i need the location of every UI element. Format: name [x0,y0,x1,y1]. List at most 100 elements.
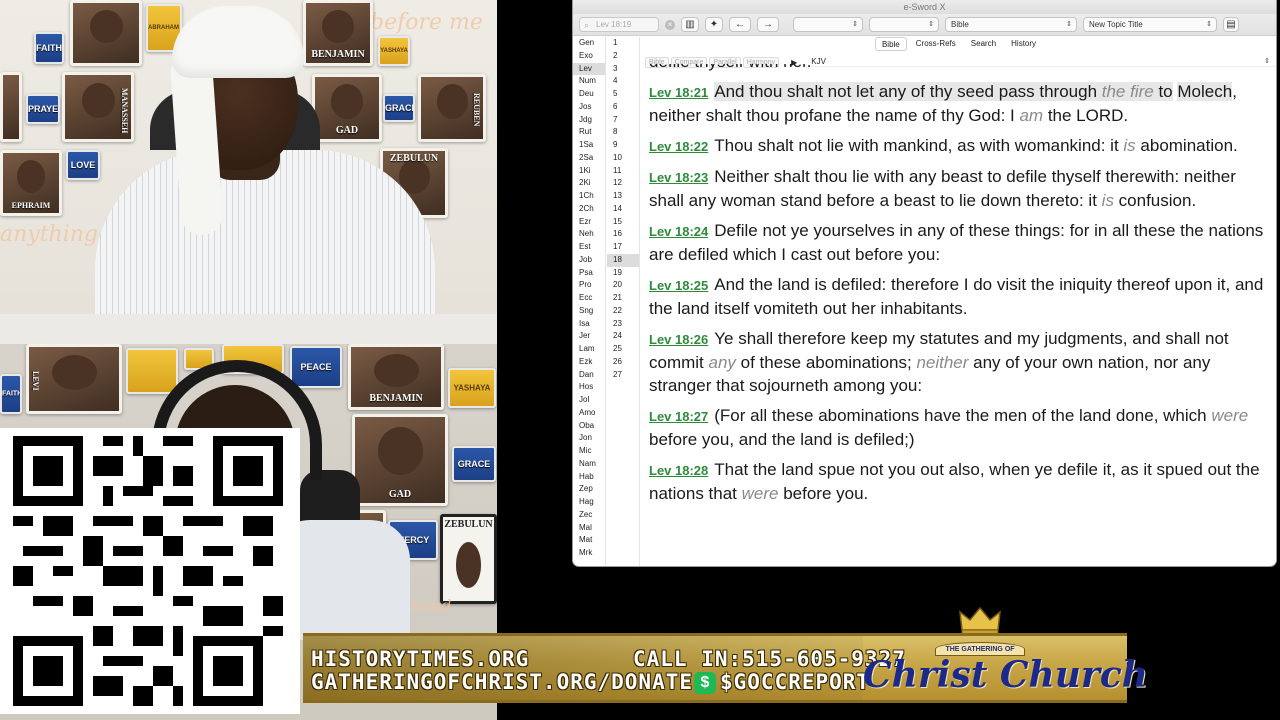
reference-select[interactable]: ⇕ [793,17,863,32]
book-item[interactable]: Gen [573,37,605,50]
verse-text: That the land spue not you out also, whe… [649,460,1260,503]
book-item[interactable]: 2Ch [573,203,605,216]
backdrop-photo: MANASSEH [62,72,134,142]
new-document-icon[interactable]: ▤ [1223,17,1239,32]
chapter-item[interactable]: 9 [607,139,639,152]
book-item[interactable]: Isa [573,318,605,331]
book-item[interactable]: Est [573,241,605,254]
chapter-item[interactable]: 13 [607,190,639,203]
book-item[interactable]: Sng [573,305,605,318]
sparkle-icon[interactable]: ✦ [705,17,723,32]
chapter-item[interactable]: 25 [607,343,639,356]
book-item[interactable]: Zep [573,483,605,496]
book-item[interactable]: Jon [573,432,605,445]
book-item[interactable]: Jer [573,330,605,343]
book-item[interactable]: Jos [573,101,605,114]
backdrop-tile: PRAYER [26,94,60,124]
book-item[interactable]: Lev [573,62,605,76]
book-item[interactable]: Ecc [573,292,605,305]
book-item[interactable]: Deu [573,88,605,101]
verse-reference-link[interactable]: Lev 18:26 [649,332,708,347]
chapter-item[interactable]: 8 [607,126,639,139]
tab-history[interactable]: History [1005,37,1042,51]
book-icon[interactable]: ▥ [681,17,699,32]
tab-search[interactable]: Search [965,37,1002,51]
book-item[interactable]: Mat [573,534,605,547]
chapter-item[interactable]: 17 [607,241,639,254]
qr-code[interactable] [13,436,283,706]
verse-reference-link[interactable]: Lev 18:21 [649,85,708,100]
book-item[interactable]: Jol [573,394,605,407]
book-item[interactable]: Ezk [573,356,605,369]
chapter-item[interactable]: 7 [607,114,639,127]
chapter-item[interactable]: 19 [607,267,639,280]
chapter-item[interactable]: 20 [607,279,639,292]
book-item[interactable]: 1Ch [573,190,605,203]
verse: Lev 18:27 (For all these abominations hav… [649,404,1270,451]
chapter-item[interactable]: 11 [607,165,639,178]
chapter-item[interactable]: 1 [607,37,639,50]
verse-reference-link[interactable]: Lev 18:23 [649,170,708,185]
book-item[interactable]: 2Sa [573,152,605,165]
chapter-item[interactable]: 10 [607,152,639,165]
chapter-item[interactable]: 14 [607,203,639,216]
book-item[interactable]: Num [573,75,605,88]
book-item[interactable]: Nam [573,458,605,471]
verse-reference-link[interactable]: Lev 18:22 [649,139,708,154]
chapter-item[interactable]: 27 [607,369,639,382]
book-item[interactable]: Rut [573,126,605,139]
book-item[interactable]: Lam [573,343,605,356]
book-item[interactable]: Hag [573,496,605,509]
book-item[interactable]: 1Sa [573,139,605,152]
book-item[interactable]: Hos [573,381,605,394]
commentary-select[interactable]: ⇕ [869,17,939,32]
book-item[interactable]: Mic [573,445,605,458]
search-input[interactable]: ⌕ Lev 18:19 [579,17,659,32]
book-item[interactable]: Mal [573,522,605,535]
chapter-item[interactable]: 16 [607,228,639,241]
book-item[interactable]: Exo [573,50,605,63]
chapter-item[interactable]: 18 [607,253,639,267]
book-item[interactable]: Zec [573,509,605,522]
book-item[interactable]: Dan [573,369,605,382]
verse-reference-link[interactable]: Lev 18:28 [649,463,708,478]
chapter-item[interactable]: 2 [607,50,639,63]
chapter-item[interactable]: 15 [607,216,639,229]
book-item[interactable]: Oba [573,420,605,433]
book-item[interactable]: Jdg [573,114,605,127]
book-item[interactable]: Hab [573,471,605,484]
clear-search-icon[interactable]: × [665,19,675,30]
chapter-item[interactable]: 6 [607,101,639,114]
book-item[interactable]: Pro [573,279,605,292]
book-item[interactable]: 1Ki [573,165,605,178]
tab-cross-refs[interactable]: Cross-Refs [910,37,962,51]
back-button[interactable]: ← [729,17,751,32]
bible-text-pane[interactable]: defile thyself with her. Lev 18:21 And th… [649,64,1270,566]
verse-text: And thou shalt not let any of thy seed p… [714,82,1102,101]
tab-bible[interactable]: Bible [874,37,907,51]
verse-reference-link[interactable]: Lev 18:27 [649,409,708,424]
chapter-item[interactable]: 12 [607,177,639,190]
verse: Lev 18:22 Thou shalt not lie with mankind… [649,134,1270,158]
book-item[interactable]: Ezr [573,216,605,229]
chapter-item[interactable]: 5 [607,88,639,101]
book-item[interactable]: Amo [573,407,605,420]
book-item[interactable]: Mrk [573,547,605,560]
forward-button[interactable]: → [757,17,779,32]
chapter-item[interactable]: 26 [607,356,639,369]
chapter-item[interactable]: 3 [607,63,639,76]
book-item[interactable]: Psa [573,267,605,280]
book-item[interactable]: Job [573,254,605,267]
chapter-item[interactable]: 24 [607,330,639,343]
bible-select[interactable]: Bible ⇕ [945,17,1077,32]
chapter-item[interactable]: 21 [607,292,639,305]
verse-reference-link[interactable]: Lev 18:24 [649,224,708,239]
topic-select[interactable]: New Topic Title ⇕ [1083,17,1217,32]
chapter-item[interactable]: 23 [607,318,639,331]
chapter-item[interactable]: 22 [607,305,639,318]
chapter-item[interactable]: 4 [607,75,639,88]
select-arrows-icon: ⇕ [852,21,858,28]
book-item[interactable]: Neh [573,228,605,241]
verse-reference-link[interactable]: Lev 18:25 [649,278,708,293]
book-item[interactable]: 2Ki [573,177,605,190]
